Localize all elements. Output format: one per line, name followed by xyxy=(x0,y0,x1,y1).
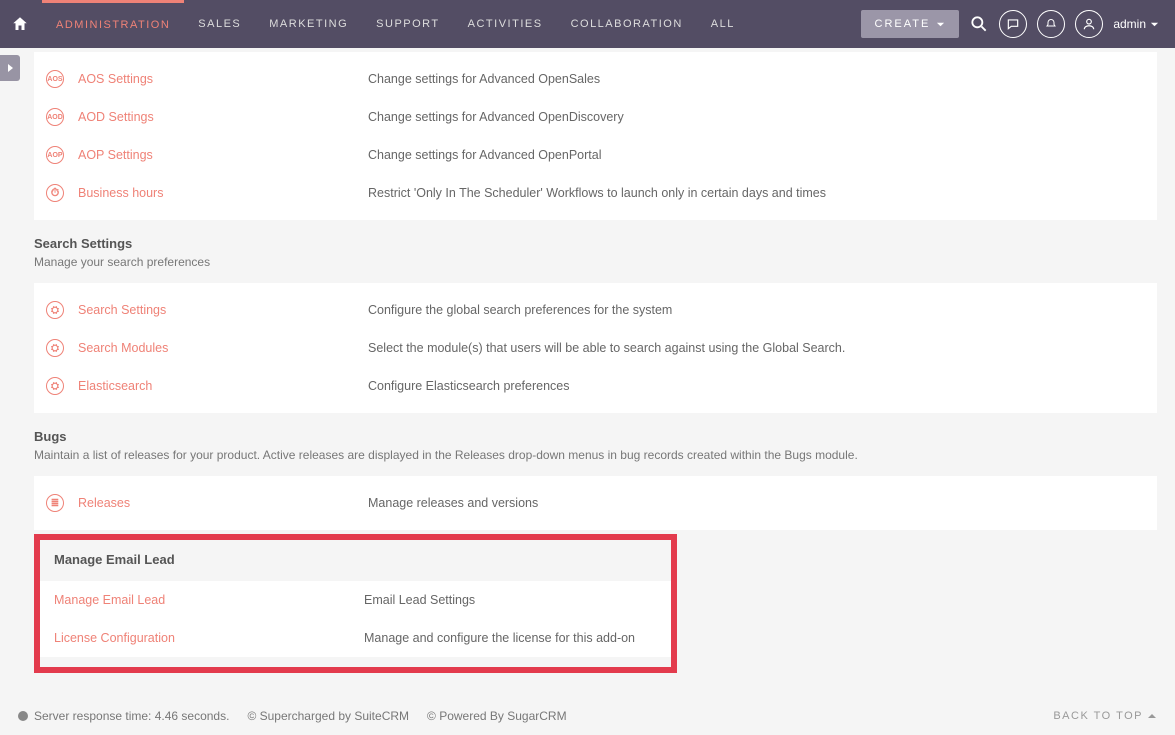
nav-administration[interactable]: ADMINISTRATION xyxy=(42,0,184,48)
aop-icon: AOP xyxy=(46,146,64,164)
business-hours-row: ⏱ Business hours Restrict 'Only In The S… xyxy=(34,174,1157,212)
notifications-icon[interactable] xyxy=(1037,10,1065,38)
aod-icon: AOD xyxy=(46,108,64,126)
aod-settings-row: AOD AOD Settings Change settings for Adv… xyxy=(34,98,1157,136)
search-modules-row: ⛭ Search Modules Select the module(s) th… xyxy=(34,329,1157,367)
nav-sales[interactable]: SALES xyxy=(184,0,255,48)
nav-marketing[interactable]: MARKETING xyxy=(255,0,362,48)
nav-menu: ADMINISTRATION SALES MARKETING SUPPORT A… xyxy=(42,0,749,48)
business-hours-link[interactable]: Business hours xyxy=(78,186,368,200)
bugs-section-title: Bugs xyxy=(34,429,1157,444)
search-icon[interactable] xyxy=(969,14,989,34)
sidebar-toggle[interactable] xyxy=(0,55,20,81)
license-config-link[interactable]: License Configuration xyxy=(54,631,364,645)
manage-email-lead-desc: Email Lead Settings xyxy=(364,593,657,607)
home-icon[interactable] xyxy=(6,10,34,38)
nav-activities[interactable]: ACTIVITIES xyxy=(454,0,557,48)
manage-email-lead-link[interactable]: Manage Email Lead xyxy=(54,593,364,607)
powered-link[interactable]: © Powered By SugarCRM xyxy=(427,709,567,723)
top-navbar: ADMINISTRATION SALES MARKETING SUPPORT A… xyxy=(0,0,1175,48)
aop-desc: Change settings for Advanced OpenPortal xyxy=(368,148,1145,162)
aod-desc: Change settings for Advanced OpenDiscove… xyxy=(368,110,1145,124)
business-hours-desc: Restrict 'Only In The Scheduler' Workflo… xyxy=(368,186,1145,200)
search-modules-link[interactable]: Search Modules xyxy=(78,341,368,355)
email-lead-title: Manage Email Lead xyxy=(40,540,671,581)
search-settings-row: ⛭ Search Settings Configure the global s… xyxy=(34,291,1157,329)
content-area: AOS AOS Settings Change settings for Adv… xyxy=(0,52,1175,673)
create-button[interactable]: CREATE xyxy=(861,10,960,38)
aop-settings-row: AOP AOP Settings Change settings for Adv… xyxy=(34,136,1157,174)
server-response-time: Server response time: 4.46 seconds. xyxy=(34,709,229,723)
search-section-title: Search Settings xyxy=(34,236,1157,251)
gear-icon: ⛭ xyxy=(46,301,64,319)
user-menu[interactable]: admin xyxy=(1113,17,1159,31)
user-name: admin xyxy=(1113,17,1146,31)
aos-settings-link[interactable]: AOS Settings xyxy=(78,72,368,86)
manage-email-lead-row: Manage Email Lead Email Lead Settings xyxy=(40,581,671,619)
aos-icon: AOS xyxy=(46,70,64,88)
chevron-down-icon xyxy=(1150,20,1159,29)
bugs-section-header: Bugs Maintain a list of releases for you… xyxy=(34,413,1157,476)
bugs-panel: ≣ Releases Manage releases and versions xyxy=(34,476,1157,530)
back-to-top-label: BACK TO TOP xyxy=(1053,710,1143,722)
create-label: CREATE xyxy=(875,18,931,30)
nav-collaboration[interactable]: COLLABORATION xyxy=(557,0,697,48)
license-config-row: License Configuration Manage and configu… xyxy=(40,619,671,657)
search-section-header: Search Settings Manage your search prefe… xyxy=(34,220,1157,283)
aod-settings-link[interactable]: AOD Settings xyxy=(78,110,368,124)
gear-icon: ⛭ xyxy=(46,339,64,357)
search-settings-desc: Configure the global search preferences … xyxy=(368,303,1145,317)
releases-desc: Manage releases and versions xyxy=(368,496,1145,510)
search-modules-desc: Select the module(s) that users will be … xyxy=(368,341,1145,355)
search-section-desc: Manage your search preferences xyxy=(34,255,1157,269)
chevron-up-icon xyxy=(1147,711,1157,721)
search-settings-link[interactable]: Search Settings xyxy=(78,303,368,317)
releases-link[interactable]: Releases xyxy=(78,496,368,510)
elasticsearch-link[interactable]: Elasticsearch xyxy=(78,379,368,393)
nav-support[interactable]: SUPPORT xyxy=(362,0,453,48)
chevron-down-icon xyxy=(936,20,945,29)
nav-right: CREATE admin xyxy=(861,10,1160,38)
clock-icon: ⏱ xyxy=(46,184,64,202)
footer-bar: Server response time: 4.46 seconds. © Su… xyxy=(0,697,1175,735)
releases-icon: ≣ xyxy=(46,494,64,512)
bugs-section-desc: Maintain a list of releases for your pro… xyxy=(34,448,1157,462)
elasticsearch-row: ⛭ Elasticsearch Configure Elasticsearch … xyxy=(34,367,1157,405)
gear-icon: ⛭ xyxy=(46,377,64,395)
email-lead-highlight: Manage Email Lead Manage Email Lead Emai… xyxy=(34,534,677,673)
back-to-top-button[interactable]: BACK TO TOP xyxy=(1053,710,1157,722)
license-config-desc: Manage and configure the license for thi… xyxy=(364,631,657,645)
aop-settings-link[interactable]: AOP Settings xyxy=(78,148,368,162)
elasticsearch-desc: Configure Elasticsearch preferences xyxy=(368,379,1145,393)
search-settings-panel: ⛭ Search Settings Configure the global s… xyxy=(34,283,1157,413)
supercharged-link[interactable]: © Supercharged by SuiteCRM xyxy=(247,709,409,723)
nav-all[interactable]: ALL xyxy=(697,0,749,48)
advanced-settings-panel: AOS AOS Settings Change settings for Adv… xyxy=(34,52,1157,220)
user-avatar-icon[interactable] xyxy=(1075,10,1103,38)
releases-row: ≣ Releases Manage releases and versions xyxy=(34,484,1157,522)
aos-settings-row: AOS AOS Settings Change settings for Adv… xyxy=(34,60,1157,98)
messages-icon[interactable] xyxy=(999,10,1027,38)
aos-desc: Change settings for Advanced OpenSales xyxy=(368,72,1145,86)
status-dot-icon xyxy=(18,711,28,721)
